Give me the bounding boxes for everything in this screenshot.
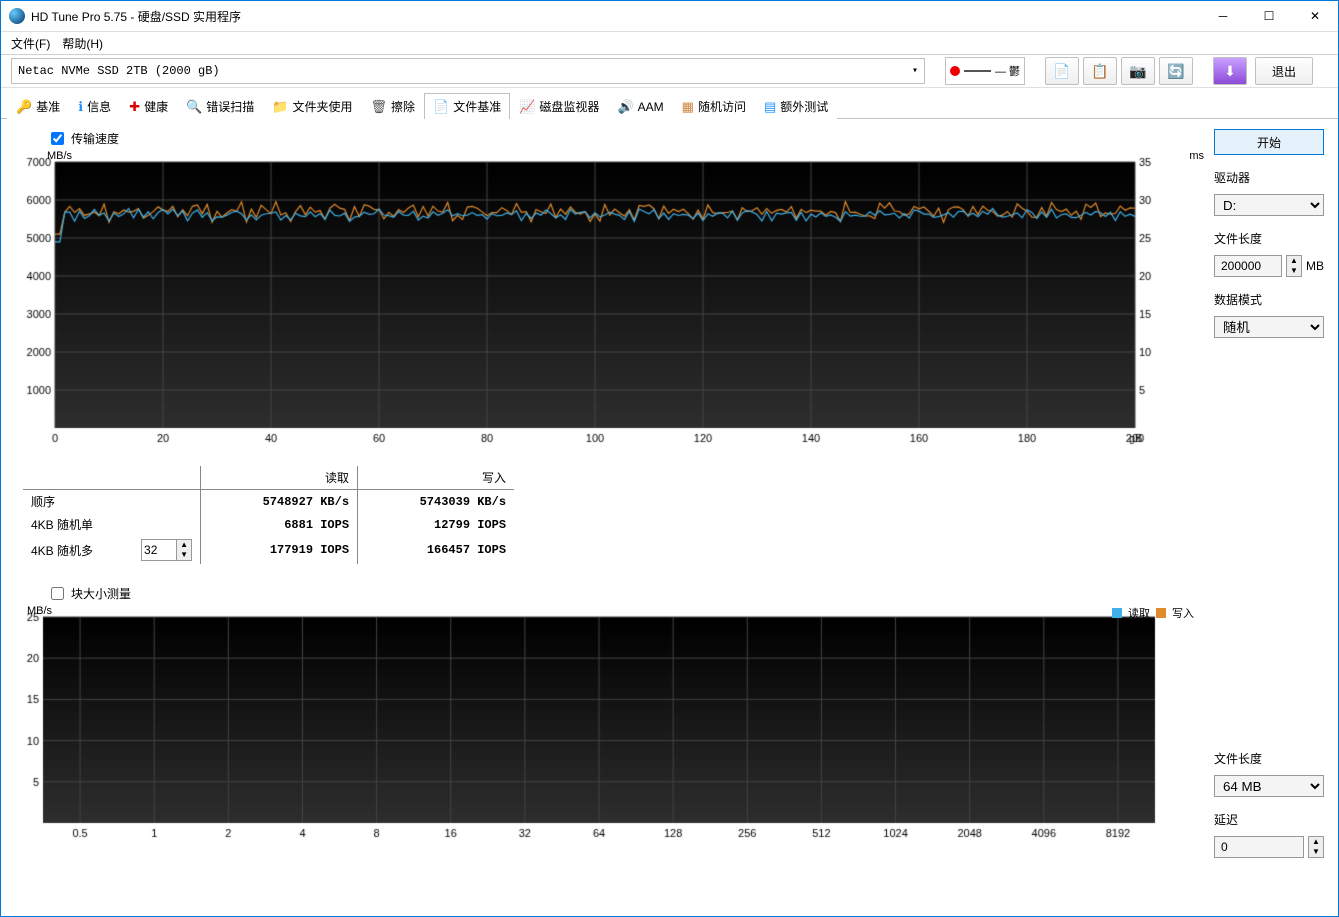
- trash-icon: 🗑: [371, 99, 388, 115]
- menu-file[interactable]: 文件(F): [5, 33, 56, 54]
- results-row: 顺序5748927 KB/s5743039 KB/s: [23, 490, 514, 514]
- blocksize-checkbox-input[interactable]: [51, 587, 64, 600]
- document-icon: 📄: [433, 99, 449, 115]
- menubar: 文件(F) 帮助(H): [1, 32, 1338, 55]
- grid-icon: ▦: [682, 99, 694, 115]
- chart-icon: 📈: [519, 99, 535, 115]
- queue-depth-input[interactable]: [142, 543, 176, 557]
- start-button[interactable]: 开始: [1214, 129, 1324, 155]
- tab-file-benchmark[interactable]: 📄文件基准: [424, 93, 510, 119]
- results-row: 4KB 随机多▲▼177919 IOPS166457 IOPS: [23, 536, 514, 564]
- magnifier-icon: 🔍: [186, 99, 202, 115]
- transfer-checkbox[interactable]: 传输速度: [47, 129, 1204, 148]
- window-controls: ─ ☐ ✕: [1200, 1, 1338, 31]
- window-title: HD Tune Pro 5.75 - 硬盘/SSD 实用程序: [31, 8, 1200, 25]
- copy-screenshot-button[interactable]: 📋: [1083, 57, 1117, 85]
- info-icon: ℹ: [78, 99, 83, 115]
- maximize-button[interactable]: ☐: [1246, 1, 1292, 31]
- main-panel: 传输速度 MB/s ms 读取 写入: [15, 129, 1204, 906]
- toolbar: Netac NVMe SSD 2TB (2000 gB) ▾ — 鬱 📄 📋 📷…: [1, 55, 1338, 88]
- copy-text-button[interactable]: 📄: [1045, 57, 1079, 85]
- titlebar: HD Tune Pro 5.75 - 硬盘/SSD 实用程序 ─ ☐ ✕: [1, 1, 1338, 32]
- key-icon: 🔑: [16, 99, 32, 115]
- y-left-label: MB/s: [47, 150, 72, 162]
- tab-benchmark[interactable]: 🔑基准: [7, 93, 69, 119]
- refresh-button[interactable]: 🔄: [1159, 57, 1193, 85]
- tab-bar: 🔑基准 ℹ信息 ✚健康 🔍错误扫描 📁文件夹使用 🗑擦除 📄文件基准 📈磁盘监视…: [1, 88, 1338, 119]
- minimize-button[interactable]: ─: [1200, 1, 1246, 31]
- delay-input[interactable]: [1219, 839, 1299, 855]
- delay-input-wrap: [1214, 836, 1304, 858]
- menu-help[interactable]: 帮助(H): [56, 33, 109, 54]
- blocksize-checkbox[interactable]: 块大小测量: [47, 584, 1204, 603]
- temperature-display[interactable]: — 鬱: [945, 57, 1025, 85]
- tab-random-access[interactable]: ▦随机访问: [673, 93, 755, 119]
- screenshot-button[interactable]: 📷: [1121, 57, 1155, 85]
- filelen-unit: MB: [1306, 259, 1324, 273]
- tab-aam[interactable]: 🔊AAM: [608, 94, 672, 119]
- pattern-label: 数据模式: [1214, 291, 1324, 308]
- y-right-label: ms: [1189, 150, 1204, 162]
- transfer-chart-wrap: MB/s ms: [15, 150, 1204, 450]
- blocksize-section: 块大小测量 MB/s 读取 写入: [15, 584, 1204, 845]
- tab-folder-usage[interactable]: 📁文件夹使用: [263, 93, 361, 119]
- tab-disk-monitor[interactable]: 📈磁盘监视器: [510, 93, 608, 119]
- plus-icon: ✚: [129, 99, 140, 115]
- app-icon: [9, 8, 25, 24]
- transfer-checkbox-input[interactable]: [51, 132, 64, 145]
- save-button[interactable]: ⬇: [1213, 57, 1247, 85]
- filelen-spinner[interactable]: ▲▼: [1286, 255, 1302, 277]
- results-table: 读取 写入 顺序5748927 KB/s5743039 KB/s4KB 随机单6…: [23, 466, 1204, 564]
- delay-label: 延迟: [1214, 811, 1324, 828]
- tab-extra-tests[interactable]: ▤额外测试: [755, 93, 837, 119]
- drive-select-value: Netac NVMe SSD 2TB (2000 gB): [18, 64, 220, 78]
- tab-erase[interactable]: 🗑擦除: [362, 93, 425, 119]
- chart2-legend: 读取 写入: [1112, 605, 1194, 621]
- app-window: HD Tune Pro 5.75 - 硬盘/SSD 实用程序 ─ ☐ ✕ 文件(…: [0, 0, 1339, 917]
- drive-letter-select[interactable]: D:: [1214, 194, 1324, 216]
- y2-label: MB/s: [27, 605, 52, 617]
- transfer-section: 传输速度 MB/s ms: [15, 129, 1204, 450]
- thermometer-icon: [950, 66, 960, 76]
- exit-button[interactable]: 退出: [1255, 57, 1313, 85]
- tab-health[interactable]: ✚健康: [120, 93, 177, 119]
- drive-select[interactable]: Netac NVMe SSD 2TB (2000 gB) ▾: [11, 58, 925, 84]
- filelen2-select[interactable]: 64 MB: [1214, 775, 1324, 797]
- tab-info[interactable]: ℹ信息: [69, 93, 120, 119]
- chevron-down-icon: ▾: [912, 65, 918, 77]
- content-area: 传输速度 MB/s ms 读取 写入: [1, 119, 1338, 916]
- filelen-input-wrap: [1214, 255, 1282, 277]
- pattern-select[interactable]: 随机: [1214, 316, 1324, 338]
- folder-icon: 📁: [272, 99, 288, 115]
- legend-read-swatch: [1112, 608, 1122, 618]
- queue-depth-spinner[interactable]: ▲▼: [141, 539, 192, 561]
- filelen-label: 文件长度: [1214, 230, 1324, 247]
- list-icon: ▤: [764, 99, 776, 115]
- results-row: 4KB 随机单6881 IOPS12799 IOPS: [23, 513, 514, 536]
- delay-spinner[interactable]: ▲▼: [1308, 836, 1324, 858]
- drive-label: 驱动器: [1214, 169, 1324, 186]
- transfer-chart: [15, 150, 1165, 450]
- side-panel: 开始 驱动器 D: 文件长度 ▲▼ MB 数据模式 随机 文件长度 64 MB …: [1214, 129, 1324, 906]
- filelen2-label: 文件长度: [1214, 750, 1324, 767]
- legend-write-swatch: [1156, 608, 1166, 618]
- filelen-input[interactable]: [1219, 258, 1277, 274]
- speaker-icon: 🔊: [617, 99, 633, 115]
- close-button[interactable]: ✕: [1292, 1, 1338, 31]
- blocksize-chart: [15, 605, 1165, 845]
- blocksize-chart-wrap: MB/s 读取 写入: [15, 605, 1204, 845]
- tab-error-scan[interactable]: 🔍错误扫描: [177, 93, 263, 119]
